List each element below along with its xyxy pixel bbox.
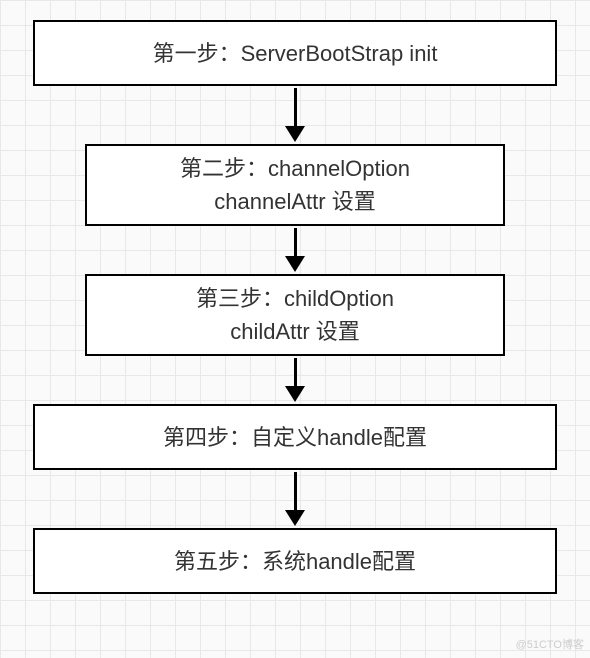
- flowchart-arrow-4: [285, 472, 305, 526]
- flowchart-step-3: 第三步：childOption childAttr 设置: [85, 274, 505, 356]
- flowchart-step-2-text-line2: channelAttr 设置: [214, 185, 375, 218]
- flowchart-step-4-text: 第四步：自定义handle配置: [163, 421, 427, 454]
- flowchart-container: 第一步：ServerBootStrap init 第二步：channelOpti…: [0, 0, 590, 594]
- arrow-down-icon: [285, 256, 305, 272]
- flowchart-step-1: 第一步：ServerBootStrap init: [33, 20, 557, 86]
- flowchart-arrow-3: [285, 358, 305, 402]
- flowchart-step-4: 第四步：自定义handle配置: [33, 404, 557, 470]
- flowchart-step-5-text: 第五步：系统handle配置: [174, 545, 416, 578]
- flowchart-step-5: 第五步：系统handle配置: [33, 528, 557, 594]
- flowchart-step-3-text-line1: 第三步：childOption: [196, 282, 394, 315]
- flowchart-step-1-text: 第一步：ServerBootStrap init: [153, 37, 438, 70]
- arrow-down-icon: [285, 510, 305, 526]
- arrow-line: [294, 358, 297, 386]
- arrow-line: [294, 472, 297, 510]
- flowchart-arrow-2: [285, 228, 305, 272]
- arrow-down-icon: [285, 386, 305, 402]
- flowchart-step-2: 第二步：channelOption channelAttr 设置: [85, 144, 505, 226]
- flowchart-arrow-1: [285, 88, 305, 142]
- arrow-line: [294, 228, 297, 256]
- flowchart-step-2-text-line1: 第二步：channelOption: [180, 152, 410, 185]
- flowchart-step-3-text-line2: childAttr 设置: [230, 315, 360, 348]
- arrow-down-icon: [285, 126, 305, 142]
- arrow-line: [294, 88, 297, 126]
- watermark-text: @51CTO博客: [516, 636, 584, 652]
